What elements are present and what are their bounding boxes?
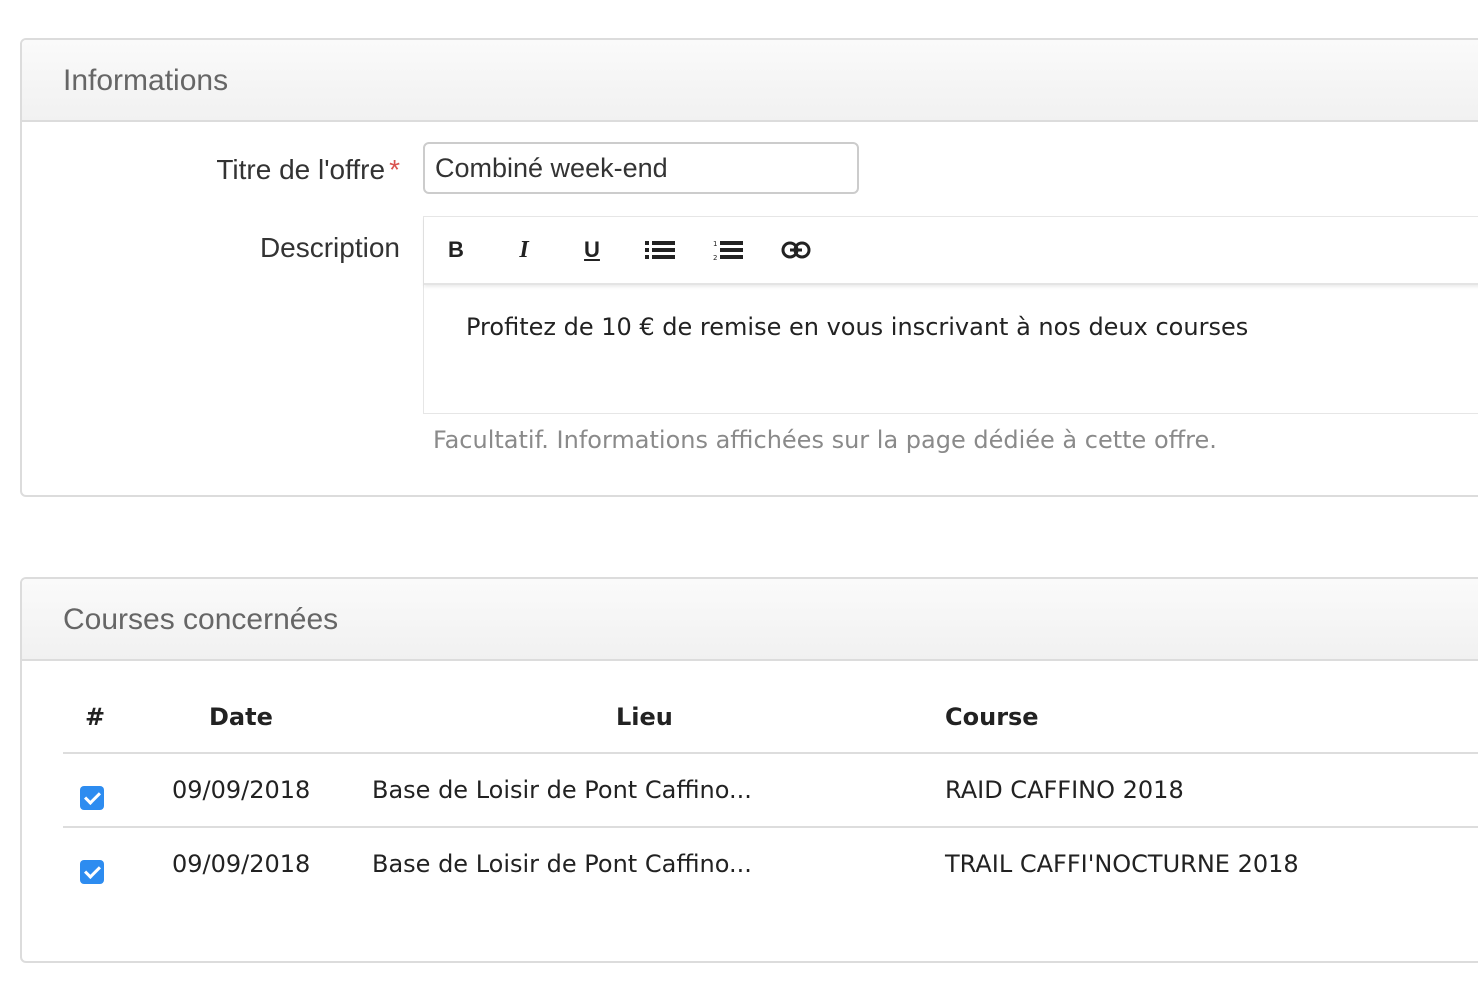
date-cell: 09/09/2018 (172, 850, 311, 878)
column-header: Date (155, 693, 372, 754)
list-ul-icon (645, 241, 675, 259)
required-mark: * (389, 154, 400, 185)
date-cell: 09/09/2018 (155, 753, 372, 828)
description-editor: B I U 1 2 Profitez de 10 € de remise en … (423, 216, 1478, 414)
title-input[interactable] (423, 142, 859, 194)
description-text[interactable]: Profitez de 10 € de remise en vous inscr… (424, 285, 1478, 341)
panel-title: Informations (22, 40, 1478, 122)
link-button[interactable] (776, 232, 816, 268)
column-header: Lieu (372, 693, 945, 754)
link-icon (781, 241, 811, 259)
table-header-row: # Date Lieu Course (63, 693, 1478, 754)
lieu-cell: Base de Loisir de Pont Caffino... (372, 850, 752, 878)
table-row: 09/09/2018 Base de Loisir de Pont Caffin… (63, 753, 1478, 828)
bullet-list-button[interactable] (640, 232, 680, 268)
row-checkbox-cell (63, 753, 155, 828)
svg-text:2: 2 (713, 254, 717, 261)
course-cell: TRAIL CAFFI'NOCTURNE 2018 (945, 850, 1299, 878)
title-label: Titre de l'offre * (216, 154, 400, 186)
column-header: # (63, 693, 155, 754)
help-text: Facultatif. Informations affichées sur l… (433, 426, 1217, 454)
italic-button[interactable]: I (504, 232, 544, 268)
editor-toolbar: B I U 1 2 (424, 217, 1478, 285)
courses-table: # Date Lieu Course 09/09/2018 Base de Lo… (63, 693, 1478, 901)
table-row: 09/09/2018 Base de Loisir de Pont Caffin… (63, 827, 1478, 901)
courses-panel: Courses concernées # Date Lieu Course 09… (20, 577, 1478, 963)
ordered-list-button[interactable]: 1 2 (708, 232, 748, 268)
column-header: Course (945, 693, 1478, 754)
course-cell: RAID CAFFINO 2018 (945, 753, 1478, 828)
bold-button[interactable]: B (436, 232, 476, 268)
svg-text:1: 1 (713, 240, 717, 248)
row-checkbox[interactable] (80, 860, 104, 884)
description-label: Description (259, 232, 400, 263)
underline-button[interactable]: U (572, 232, 612, 268)
list-ol-icon: 1 2 (713, 240, 743, 261)
row-checkbox[interactable] (80, 786, 104, 810)
panel-title: Courses concernées (22, 579, 1478, 661)
row-checkbox-cell (63, 827, 155, 901)
title-label-text: Titre de l'offre (216, 154, 386, 185)
lieu-cell: Base de Loisir de Pont Caffino... (372, 753, 945, 828)
informations-panel: Informations Titre de l'offre* Descripti… (20, 38, 1478, 497)
